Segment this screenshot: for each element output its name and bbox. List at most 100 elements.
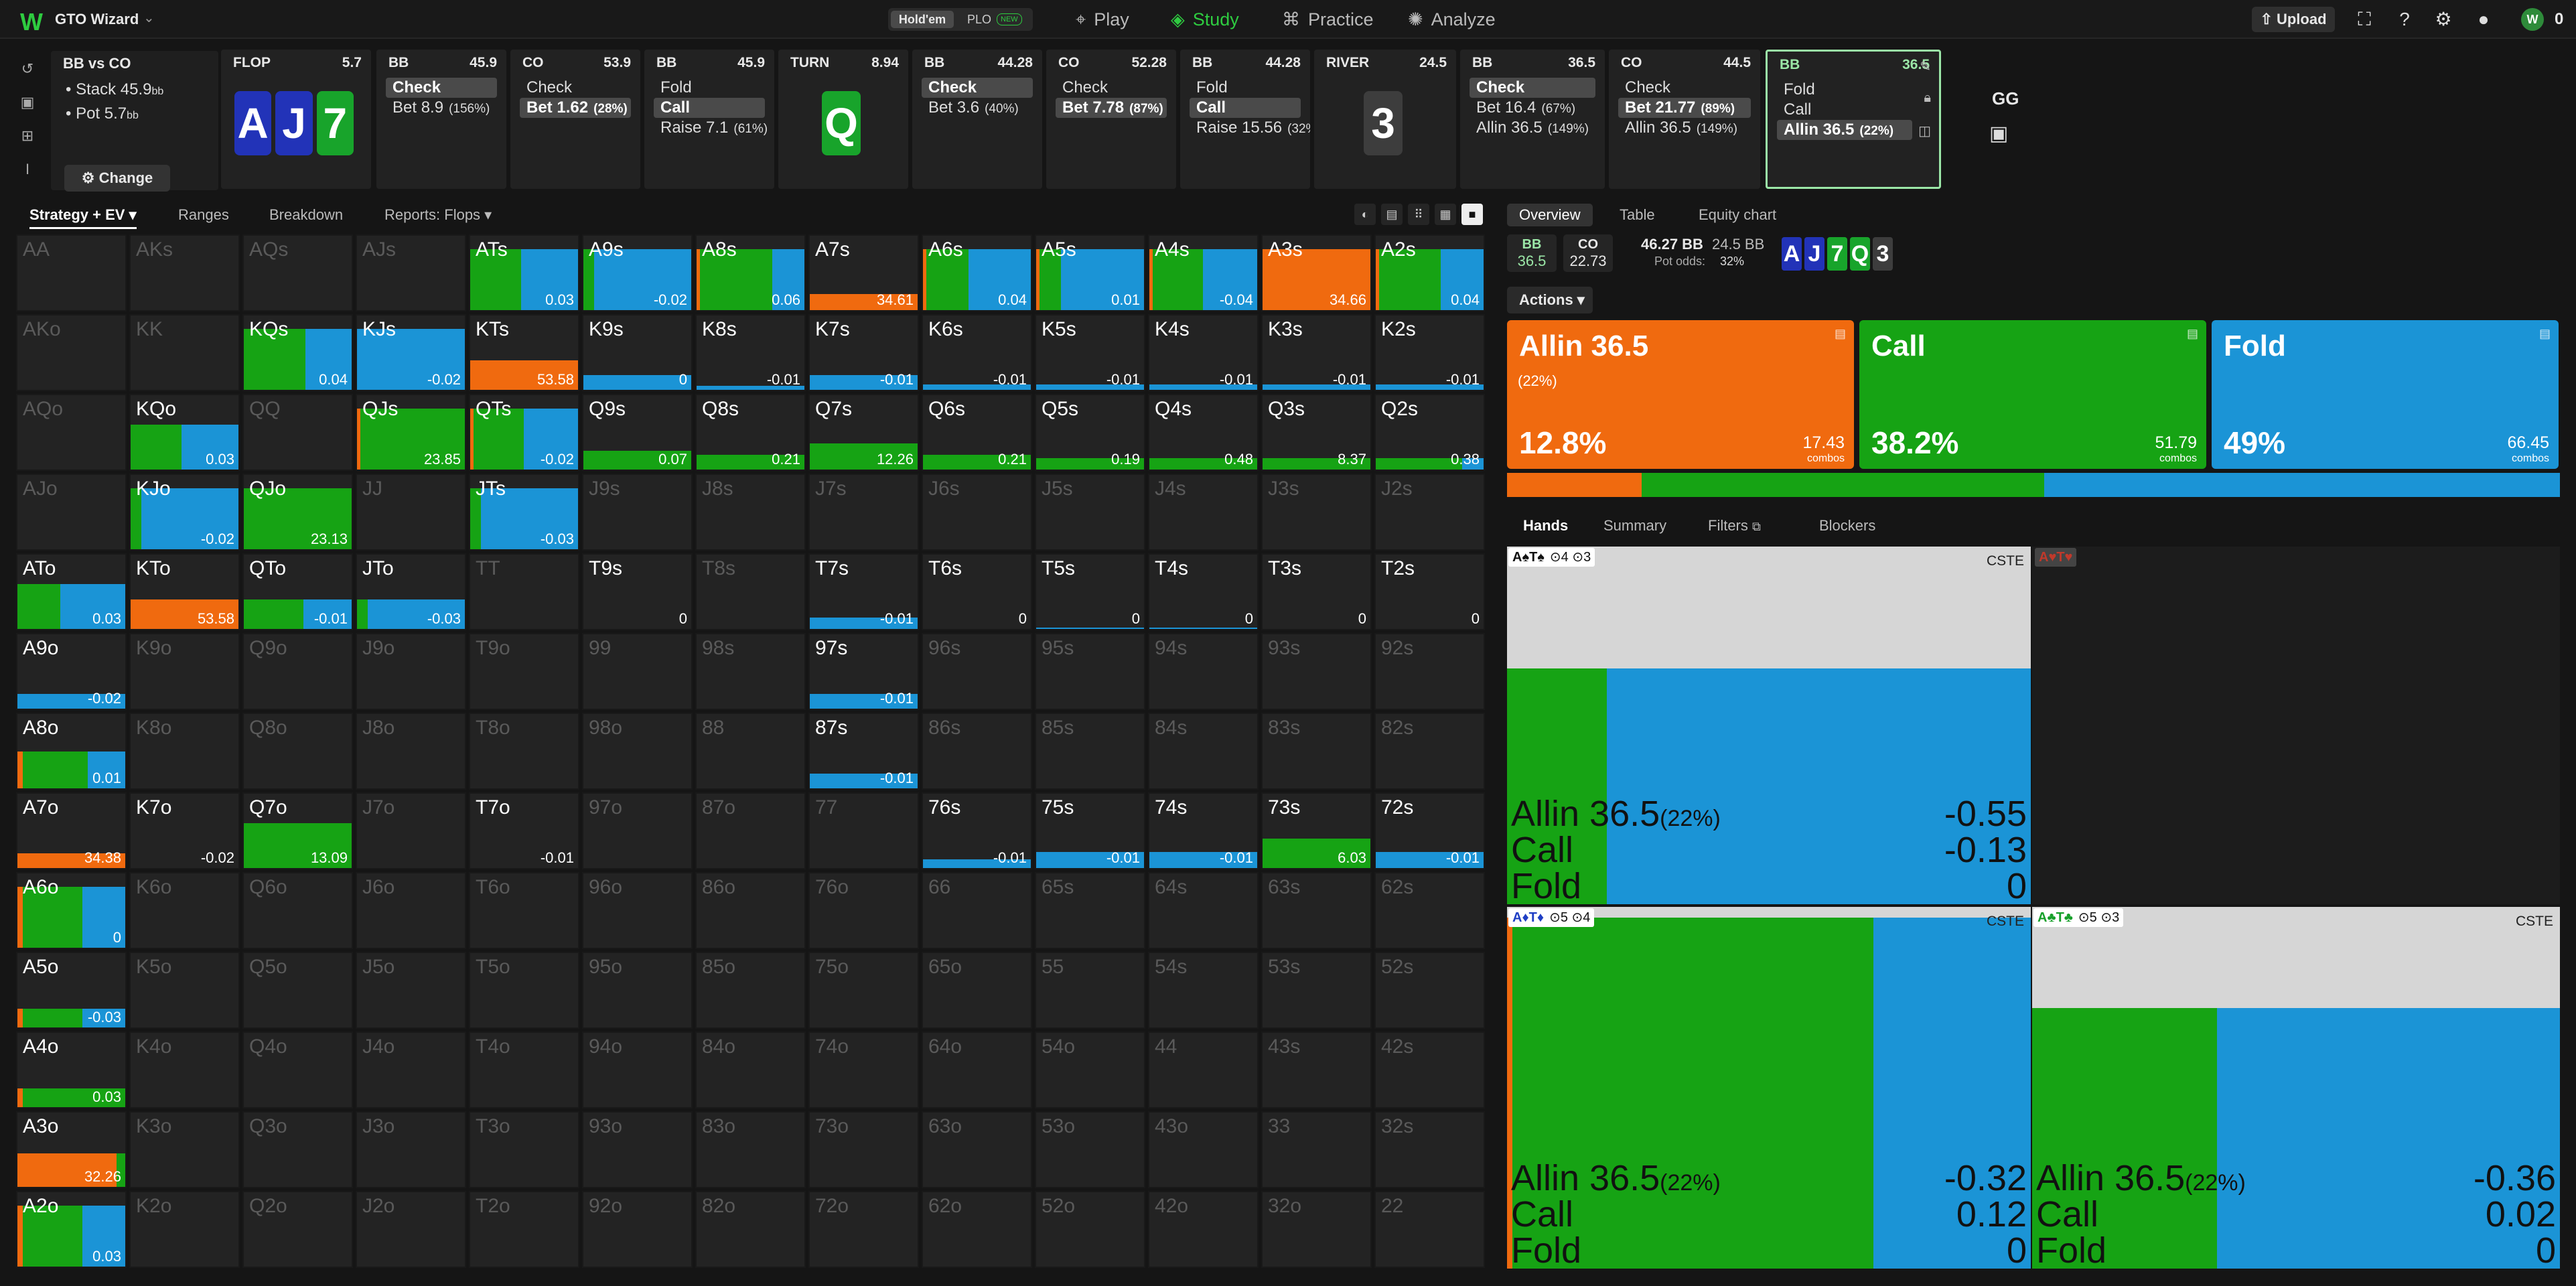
hand-cell-53s[interactable]: 53s bbox=[1261, 952, 1372, 1029]
hand-cell-K5s[interactable]: K5s -0.01 bbox=[1035, 314, 1145, 391]
hand-cell-A8o[interactable]: A8o 0.01 bbox=[16, 713, 127, 790]
hand-cell-ATs[interactable]: ATs 0.03 bbox=[469, 234, 579, 311]
hand-cell-Q5o[interactable]: Q5o bbox=[242, 952, 353, 1029]
hand-cell-AQs[interactable]: AQs bbox=[242, 234, 353, 311]
mode-plo[interactable]: PLO bbox=[967, 11, 991, 28]
hand-cell-J3s[interactable]: J3s bbox=[1261, 474, 1372, 551]
hand-cell-82s[interactable]: 82s bbox=[1374, 713, 1485, 790]
hand-cell-98o[interactable]: 98o bbox=[582, 713, 693, 790]
action-node-10[interactable]: CO 44.5 Check Bet 21.77 (89%) Allin 36.5 (149%… bbox=[1609, 50, 1760, 189]
hand-cell-T8o[interactable]: T8o bbox=[469, 713, 579, 790]
hand-cell-J4o[interactable]: J4o bbox=[356, 1031, 466, 1109]
hand-cell-93o[interactable]: 93o bbox=[582, 1111, 693, 1188]
node-action[interactable]: Raise 7.1 (61%) bbox=[654, 118, 768, 138]
node-action[interactable]: Check bbox=[922, 78, 1033, 98]
gto-wizard-logo-icon[interactable]: W bbox=[20, 8, 43, 36]
tab-equity-chart[interactable]: Equity chart bbox=[1687, 204, 1788, 226]
nav-study[interactable]: ◈ Study bbox=[1171, 7, 1239, 32]
hand-cell-AJs[interactable]: AJs bbox=[356, 234, 466, 311]
view-mode-3-icon[interactable]: ⠿ bbox=[1408, 204, 1429, 225]
hand-cell-T4s[interactable]: T4s 0 bbox=[1148, 553, 1259, 630]
hand-cell-73o[interactable]: 73o bbox=[808, 1111, 919, 1188]
game-mode-switch[interactable]: Hold'em PLO NEW bbox=[888, 8, 1033, 31]
hand-cell-72o[interactable]: 72o bbox=[808, 1191, 919, 1268]
tab-strategy-ev[interactable]: Strategy + EV ▾ bbox=[29, 201, 137, 229]
hand-cell-32s[interactable]: 32s bbox=[1374, 1111, 1485, 1188]
hand-cell-A4o[interactable]: A4o 0.03 bbox=[16, 1031, 127, 1109]
hand-cell-87s[interactable]: 87s -0.01 bbox=[808, 713, 919, 790]
hand-cell-K9s[interactable]: K9s 0 bbox=[582, 314, 693, 391]
node-action[interactable]: Bet 1.62 (28%) bbox=[520, 98, 631, 118]
hand-cell-J2s[interactable]: J2s bbox=[1374, 474, 1485, 551]
hand-cell-Q9s[interactable]: Q9s 0.07 bbox=[582, 394, 693, 471]
node-action[interactable]: Check bbox=[1470, 78, 1595, 98]
hand-cell-42o[interactable]: 42o bbox=[1148, 1191, 1259, 1268]
hand-cell-Q7o[interactable]: Q7o 13.09 bbox=[242, 792, 353, 869]
node-action[interactable]: Call bbox=[1190, 98, 1301, 118]
hand-cell-K7s[interactable]: K7s -0.01 bbox=[808, 314, 919, 391]
action-node-3[interactable]: BB 45.9 Fold Call Raise 7.1 (61%) bbox=[644, 50, 774, 189]
hand-cell-86s[interactable]: 86s bbox=[922, 713, 1032, 790]
node-action[interactable]: Allin 36.5 (22%) bbox=[1777, 120, 1912, 140]
hand-cell-K8o[interactable]: K8o bbox=[129, 713, 240, 790]
hand-cell-84s[interactable]: 84s bbox=[1148, 713, 1259, 790]
hand-card-1[interactable]: A♦T♦ ⊙5 ⊙4 CSTE Allin 36.5(22%) -0.32 Call 0.1… bbox=[1507, 907, 2031, 1269]
hand-cell-99[interactable]: 99 bbox=[582, 633, 693, 710]
hand-cell-Q4o[interactable]: Q4o bbox=[242, 1031, 353, 1109]
hand-cell-65s[interactable]: 65s bbox=[1035, 872, 1145, 949]
node-action[interactable]: Bet 7.78 (87%) bbox=[1056, 98, 1167, 118]
hand-cell-T3o[interactable]: T3o bbox=[469, 1111, 579, 1188]
player-co[interactable]: CO 22.73 bbox=[1563, 234, 1613, 272]
hand-cell-T7o[interactable]: T7o -0.01 bbox=[469, 792, 579, 869]
hand-cell-QJs[interactable]: QJs 23.85 bbox=[356, 394, 466, 471]
view-mode-1-icon[interactable]: ◐ bbox=[1354, 204, 1376, 225]
node-action[interactable]: Bet 16.4 (67%) bbox=[1470, 98, 1595, 118]
hand-cell-Q3o[interactable]: Q3o bbox=[242, 1111, 353, 1188]
hand-cell-T5o[interactable]: T5o bbox=[469, 952, 579, 1029]
hand-cell-A3s[interactable]: A3s 34.66 bbox=[1261, 234, 1372, 311]
hand-cell-77[interactable]: 77 bbox=[808, 792, 919, 869]
hand-cell-96s[interactable]: 96s bbox=[922, 633, 1032, 710]
tab-table[interactable]: Table bbox=[1607, 204, 1667, 226]
screenshot-icon[interactable]: ⛶ bbox=[2352, 7, 2376, 32]
hand-cell-A4s[interactable]: A4s -0.04 bbox=[1148, 234, 1259, 311]
hand-cell-66[interactable]: 66 bbox=[922, 872, 1032, 949]
hand-cell-64s[interactable]: 64s bbox=[1148, 872, 1259, 949]
lock-icon[interactable]: 🔒︎ bbox=[1924, 90, 1931, 106]
tab-filters[interactable]: Filters ⧉ bbox=[1708, 510, 1761, 541]
hand-cell-A5o[interactable]: A5o -0.03 bbox=[16, 952, 127, 1029]
hand-cell-T9o[interactable]: T9o bbox=[469, 633, 579, 710]
action-node-6[interactable]: CO 52.28 Check Bet 7.78 (87%) bbox=[1046, 50, 1176, 189]
hand-cell-54s[interactable]: 54s bbox=[1148, 952, 1259, 1029]
tab-reports-flops[interactable]: Reports: Flops ▾ bbox=[384, 201, 492, 229]
reset-icon[interactable]: ↺ bbox=[17, 59, 38, 79]
hand-cell-J5s[interactable]: J5s bbox=[1035, 474, 1145, 551]
brand-name[interactable]: GTO Wizard bbox=[55, 11, 139, 28]
hand-cell-Q2s[interactable]: Q2s 0.38 bbox=[1374, 394, 1485, 471]
action-node-5[interactable]: BB 44.28 Check Bet 3.6 (40%) bbox=[912, 50, 1042, 189]
note-icon[interactable]: ▤ bbox=[2539, 327, 2551, 341]
hand-cell-75s[interactable]: 75s -0.01 bbox=[1035, 792, 1145, 869]
hand-cell-44[interactable]: 44 bbox=[1148, 1031, 1259, 1109]
node-action[interactable]: Fold bbox=[1190, 78, 1301, 98]
hand-cell-72s[interactable]: 72s -0.01 bbox=[1374, 792, 1485, 869]
node-action[interactable]: Check bbox=[1056, 78, 1167, 98]
nav-play[interactable]: ⌖ Play bbox=[1076, 7, 1129, 32]
hand-cell-K6s[interactable]: K6s -0.01 bbox=[922, 314, 1032, 391]
hand-cell-T3s[interactable]: T3s 0 bbox=[1261, 553, 1372, 630]
hand-cell-K4s[interactable]: K4s -0.01 bbox=[1148, 314, 1259, 391]
hand-cell-92s[interactable]: 92s bbox=[1374, 633, 1485, 710]
action-box-0[interactable]: Allin 36.5 (22%) 12.8% 17.43 combos ▤ bbox=[1507, 320, 1854, 469]
hand-cell-J7s[interactable]: J7s bbox=[808, 474, 919, 551]
hand-cell-A7o[interactable]: A7o 34.38 bbox=[16, 792, 127, 869]
hand-cell-KQs[interactable]: KQs 0.04 bbox=[242, 314, 353, 391]
hand-cell-Q8s[interactable]: Q8s 0.21 bbox=[695, 394, 806, 471]
action-node-9[interactable]: BB 36.5 Check Bet 16.4 (67%) Allin 36.5 (149%) bbox=[1460, 50, 1605, 189]
hand-cell-83o[interactable]: 83o bbox=[695, 1111, 806, 1188]
split-icon[interactable]: ◫ bbox=[1918, 123, 1931, 139]
hand-card-0[interactable]: A♠T♠ ⊙4 ⊙3 CSTE Allin 36.5(22%) -0.55 Call -0.… bbox=[1507, 547, 2031, 904]
tab-blockers[interactable]: Blockers bbox=[1819, 510, 1875, 541]
hand-cell-64o[interactable]: 64o bbox=[922, 1031, 1032, 1109]
hand-cell-86o[interactable]: 86o bbox=[695, 872, 806, 949]
hand-cell-T4o[interactable]: T4o bbox=[469, 1031, 579, 1109]
